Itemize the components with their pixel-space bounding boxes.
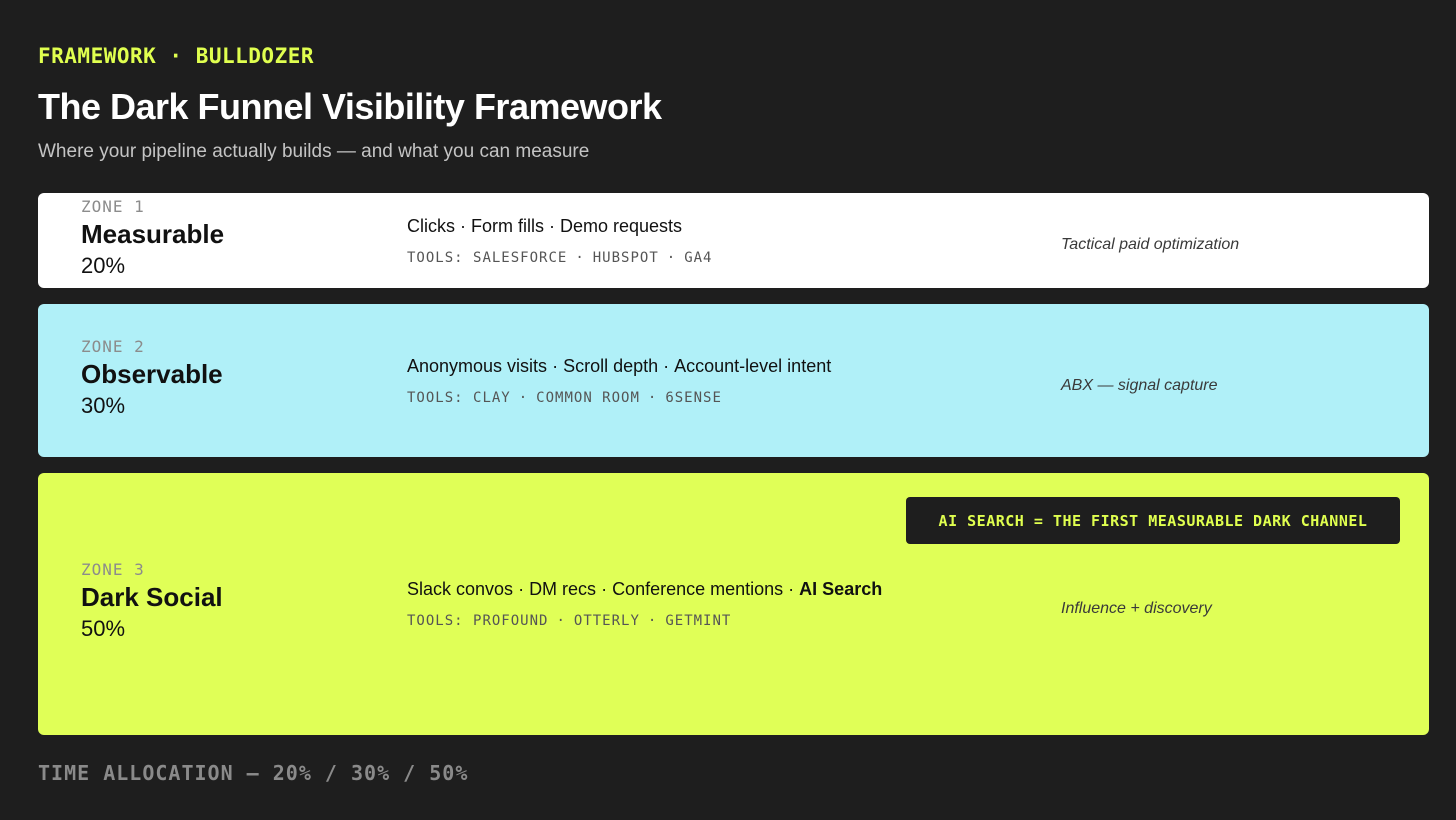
zone-index: ZONE 2	[81, 337, 145, 356]
zone-note: ABX — signal capture	[1061, 377, 1218, 394]
zone-tools: TOOLS: CLAY · COMMON ROOM · 6SENSE	[407, 390, 831, 406]
tool-item: CLAY	[473, 390, 511, 406]
zone-signals-block: Clicks · Form fills · Demo requests TOOLS: S…	[407, 215, 713, 266]
time-allocation-footer: TIME ALLOCATION — 20% / 30% / 50%	[38, 761, 469, 785]
bullet-separator: ·	[666, 250, 677, 266]
bullet-separator: ·	[556, 613, 566, 629]
bullet-separator: ·	[549, 216, 555, 236]
tools-prefix: TOOLS:	[407, 390, 474, 406]
signal-item: Conference mentions	[612, 579, 784, 599]
tool-item: PROFOUND	[473, 613, 549, 629]
tool-item: 6SENSE	[665, 390, 722, 406]
eyebrow-label: FRAMEWORK · BULLDOZER	[38, 44, 315, 68]
zone-note: Influence + discovery	[1061, 600, 1212, 617]
bullet-separator: ·	[663, 356, 670, 376]
bullet-separator: ·	[647, 390, 658, 406]
page-title: The Dark Funnel Visibility Framework	[38, 86, 662, 127]
tool-item: HUBSPOT	[592, 250, 659, 266]
zone-card-measurable: ZONE 1 Measurable 20% Clicks · Form fills ·…	[38, 193, 1429, 288]
zone-label-block: ZONE 1 Measurable 20%	[81, 198, 224, 280]
zone-name: Observable	[81, 359, 223, 389]
tools-prefix: TOOLS:	[407, 613, 474, 629]
zone-label-block: ZONE 2 Observable 30%	[81, 338, 223, 420]
signal-item: Form fills	[471, 216, 544, 236]
signal-item: Account-level intent	[674, 356, 832, 376]
page-subtitle: Where your pipeline actually builds — an…	[38, 141, 590, 162]
signal-item: AI Search	[799, 579, 883, 599]
bullet-separator: ·	[518, 579, 525, 599]
signal-item: Clicks	[407, 216, 455, 236]
zone-name: Measurable	[81, 219, 225, 249]
zone-tools: TOOLS: SALESFORCE · HUBSPOT · GA4	[407, 250, 713, 266]
zone-tools: TOOLS: PROFOUND · OTTERLY · GETMINT	[407, 613, 882, 629]
bullet-separator: ·	[788, 579, 795, 599]
zone-card-dark-social: AI SEARCH = THE FIRST MEASURABLE DARK CH…	[38, 473, 1429, 735]
zone-name: Dark Social	[81, 582, 223, 612]
zone-card-observable: ZONE 2 Observable 30% Anonymous visits · S…	[38, 304, 1429, 457]
bullet-separator: ·	[601, 579, 608, 599]
tool-item: OTTERLY	[573, 613, 640, 629]
zone-index: ZONE 3	[81, 560, 145, 579]
zone-percent: 30%	[81, 393, 126, 418]
zone-note: Tactical paid optimization	[1061, 236, 1240, 253]
signal-item: Scroll depth	[563, 356, 659, 376]
callout-badge: AI SEARCH = THE FIRST MEASURABLE DARK CH…	[906, 497, 1400, 544]
zone-signals-block: Slack convos · DM recs · Conference mentions…	[407, 578, 882, 629]
zone-label-block: ZONE 3 Dark Social 50%	[81, 561, 223, 643]
zone-signals-block: Anonymous visits · Scroll depth · Account-le…	[407, 355, 831, 406]
signal-item: Demo requests	[560, 216, 683, 236]
signal-item: Anonymous visits	[407, 356, 548, 376]
bullet-separator: ·	[552, 356, 559, 376]
zone-signals: Clicks · Form fills · Demo requests	[407, 215, 713, 237]
bullet-separator: ·	[647, 613, 658, 629]
zone-percent: 50%	[81, 616, 126, 641]
tools-prefix: TOOLS:	[407, 250, 474, 266]
signal-item: Slack convos	[407, 579, 514, 599]
zone-signals: Anonymous visits · Scroll depth · Account-le…	[407, 355, 831, 377]
zone-index: ZONE 1	[81, 197, 145, 216]
tool-item: GA4	[684, 250, 713, 266]
signal-item: DM recs	[529, 579, 597, 599]
tool-item: COMMON ROOM	[536, 390, 640, 406]
tool-item: GETMINT	[665, 613, 732, 629]
bullet-separator: ·	[460, 216, 466, 236]
tool-item: SALESFORCE	[473, 250, 568, 266]
bullet-separator: ·	[575, 250, 585, 266]
zone-signals: Slack convos · DM recs · Conference mentions…	[407, 578, 882, 600]
bullet-separator: ·	[518, 390, 529, 406]
zone-percent: 20%	[81, 253, 126, 278]
